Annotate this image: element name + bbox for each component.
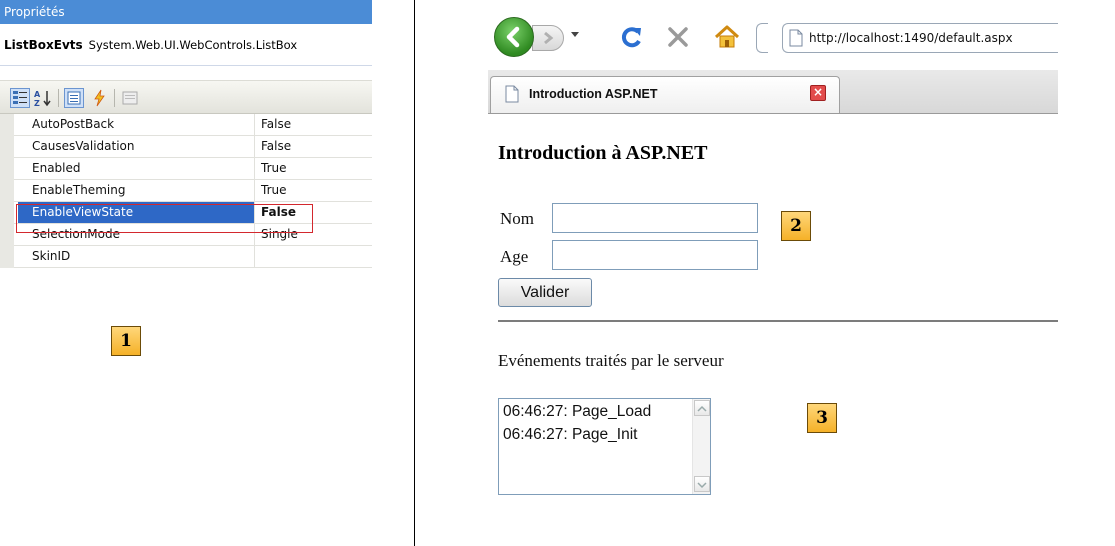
property-name: CausesValidation bbox=[18, 136, 255, 157]
property-value[interactable]: False bbox=[259, 136, 371, 157]
page-heading: Introduction à ASP.NET bbox=[498, 142, 708, 164]
forward-button[interactable] bbox=[532, 25, 564, 51]
nom-input[interactable] bbox=[552, 203, 758, 233]
properties-view-icon[interactable] bbox=[64, 88, 84, 108]
property-row[interactable]: CausesValidation False bbox=[0, 136, 372, 158]
object-name: ListBoxEvts bbox=[4, 38, 83, 52]
tab-title: Introduction ASP.NET bbox=[529, 87, 658, 101]
close-tab-icon[interactable]: × bbox=[810, 85, 826, 101]
object-selector[interactable]: ListBoxEvts System.Web.UI.WebControls.Lis… bbox=[0, 24, 372, 66]
stop-icon[interactable] bbox=[664, 23, 692, 51]
age-input[interactable] bbox=[552, 240, 758, 270]
back-button[interactable] bbox=[494, 17, 534, 57]
nom-label: Nom bbox=[500, 209, 534, 228]
address-bar[interactable]: http://localhost:1490/default.aspx bbox=[782, 23, 1058, 53]
property-name: Enabled bbox=[18, 158, 255, 179]
property-name: SkinID bbox=[18, 246, 255, 267]
properties-title: Propriétés bbox=[0, 0, 372, 24]
property-grid: AutoPostBack False CausesValidation Fals… bbox=[0, 114, 372, 268]
scroll-down-icon[interactable] bbox=[694, 476, 710, 492]
valider-button[interactable]: Valider bbox=[498, 278, 592, 307]
property-name: EnableTheming bbox=[18, 180, 255, 201]
svg-text:Z: Z bbox=[34, 99, 40, 108]
home-icon[interactable] bbox=[712, 23, 742, 51]
events-listbox[interactable]: 06:46:27: Page_Load 06:46:27: Page_Init bbox=[498, 398, 711, 495]
listbox-scrollbar[interactable] bbox=[692, 399, 710, 494]
url-text: http://localhost:1490/default.aspx bbox=[809, 31, 1013, 45]
history-dropdown-icon[interactable] bbox=[571, 32, 579, 37]
horizontal-rule bbox=[498, 320, 1058, 322]
categorized-icon[interactable] bbox=[10, 88, 30, 108]
property-row[interactable]: Enabled True bbox=[0, 158, 372, 180]
property-value[interactable]: False bbox=[259, 114, 371, 135]
property-name: AutoPostBack bbox=[18, 114, 255, 135]
divider bbox=[414, 0, 415, 546]
property-value[interactable] bbox=[259, 246, 371, 267]
marker-3: 3 bbox=[807, 403, 837, 433]
events-lightning-icon[interactable] bbox=[89, 88, 109, 108]
list-item[interactable]: 06:46:27: Page_Init bbox=[503, 426, 637, 444]
tab-page-icon bbox=[505, 85, 519, 103]
properties-toolbar: AZ bbox=[0, 80, 372, 114]
scroll-up-icon[interactable] bbox=[694, 400, 710, 416]
marker-1: 1 bbox=[111, 326, 141, 356]
tab-strip: Introduction ASP.NET bbox=[488, 70, 1058, 114]
navigation-bar: http://localhost:1490/default.aspx bbox=[488, 15, 1058, 70]
property-value[interactable]: True bbox=[259, 180, 371, 201]
reload-icon[interactable] bbox=[618, 23, 646, 51]
list-item[interactable]: 06:46:27: Page_Load bbox=[503, 403, 651, 421]
page-icon bbox=[789, 29, 803, 47]
events-title: Evénements traités par le serveur bbox=[498, 351, 724, 370]
alphabetical-sort-icon[interactable]: AZ bbox=[33, 88, 53, 108]
svg-text:A: A bbox=[34, 90, 41, 99]
properties-window: Propriétés ListBoxEvts System.Web.UI.WebC… bbox=[0, 0, 375, 290]
object-type: System.Web.UI.WebControls.ListBox bbox=[88, 38, 298, 52]
property-row[interactable]: SkinID bbox=[0, 246, 372, 268]
age-label: Age bbox=[500, 247, 529, 266]
tab-active[interactable]: Introduction ASP.NET bbox=[490, 76, 840, 113]
browser-window: http://localhost:1490/default.aspx Intro… bbox=[488, 0, 1058, 546]
property-value[interactable]: True bbox=[259, 158, 371, 179]
property-row[interactable]: EnableTheming True bbox=[0, 180, 372, 202]
property-pages-icon[interactable] bbox=[120, 88, 140, 108]
property-row[interactable]: AutoPostBack False bbox=[0, 114, 372, 136]
highlight-box bbox=[16, 204, 313, 233]
marker-2: 2 bbox=[781, 211, 811, 241]
